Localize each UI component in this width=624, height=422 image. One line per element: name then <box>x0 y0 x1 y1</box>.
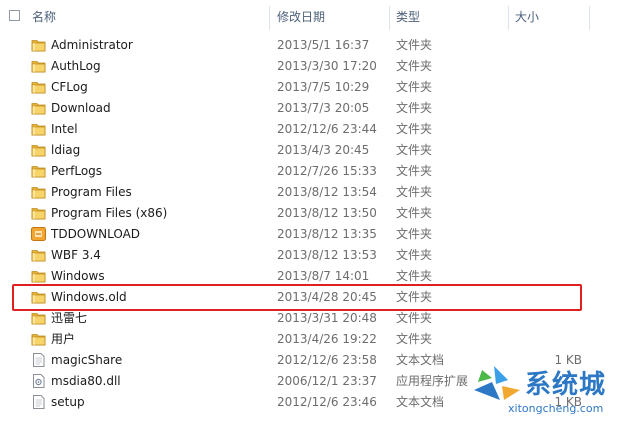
column-header-bar: 名称 修改日期 类型 大小 <box>0 0 624 34</box>
file-modified-date: 2013/7/3 20:05 <box>277 101 370 115</box>
folder-icon <box>31 311 46 325</box>
text-file-icon <box>31 395 46 409</box>
file-modified-date: 2012/12/6 23:58 <box>277 353 377 367</box>
watermark-title: 系统城 <box>525 370 607 400</box>
file-type: 文件夹 <box>396 38 433 52</box>
file-type: 应用程序扩展 <box>396 374 469 388</box>
folder-icon <box>31 80 46 94</box>
file-modified-date: 2013/8/12 13:50 <box>277 206 377 220</box>
file-name: PerfLogs <box>51 164 103 178</box>
file-name: setup <box>51 395 85 409</box>
column-divider[interactable] <box>389 6 390 30</box>
file-name: Administrator <box>51 38 133 52</box>
file-type: 文件夹 <box>396 143 433 157</box>
column-header-size-label: 大小 <box>515 10 540 24</box>
folder-icon <box>31 332 46 346</box>
select-all-checkbox[interactable] <box>9 10 20 21</box>
folder-icon <box>31 185 46 199</box>
column-header-date[interactable]: 修改日期 <box>277 0 325 34</box>
text-file-icon <box>31 353 46 367</box>
file-row[interactable]: Program Files 2013/8/12 13:54 文件夹 <box>0 182 624 203</box>
file-type: 文件夹 <box>396 164 433 178</box>
file-modified-date: 2012/12/6 23:46 <box>277 395 377 409</box>
file-row[interactable]: AuthLog 2013/3/30 17:20 文件夹 <box>0 56 624 77</box>
file-type: 文件夹 <box>396 122 433 136</box>
file-type: 文本文档 <box>396 353 445 367</box>
file-row[interactable]: Administrator 2013/5/1 16:37 文件夹 <box>0 35 624 56</box>
file-modified-date: 2013/3/30 17:20 <box>277 59 377 73</box>
folder-icon <box>31 101 46 115</box>
file-name: WBF 3.4 <box>51 248 101 262</box>
file-row[interactable]: 用户 2013/4/26 19:22 文件夹 <box>0 329 624 350</box>
watermark-logo: 系统城 xitongcheng.com <box>468 360 624 422</box>
file-type: 文件夹 <box>396 332 433 346</box>
file-modified-date: 2012/12/6 23:44 <box>277 122 377 136</box>
column-header-size[interactable]: 大小 <box>515 0 539 34</box>
file-name: 用户 <box>51 332 76 346</box>
file-row[interactable]: Intel 2012/12/6 23:44 文件夹 <box>0 119 624 140</box>
dll-file-icon <box>31 374 46 388</box>
file-name: 迅雷七 <box>51 311 88 325</box>
file-type: 文件夹 <box>396 248 433 262</box>
folder-icon <box>31 164 46 178</box>
file-modified-date: 2013/8/12 13:35 <box>277 227 377 241</box>
column-divider[interactable] <box>269 6 270 30</box>
file-name: CFLog <box>51 80 88 94</box>
folder-icon <box>31 143 46 157</box>
file-name: ldiag <box>51 143 81 157</box>
file-name: Intel <box>51 122 78 136</box>
file-row[interactable]: Download 2013/7/3 20:05 文件夹 <box>0 98 624 119</box>
watermark-url: xitongcheng.com <box>508 402 604 415</box>
file-modified-date: 2013/4/3 20:45 <box>277 143 370 157</box>
highlight-box <box>12 284 582 311</box>
file-name: magicShare <box>51 353 123 367</box>
file-modified-date: 2013/7/5 10:29 <box>277 80 370 94</box>
file-modified-date: 2013/8/12 13:54 <box>277 185 377 199</box>
file-modified-date: 2013/5/1 16:37 <box>277 38 370 52</box>
folder-icon <box>31 248 46 262</box>
file-type: 文本文档 <box>396 395 445 409</box>
file-row[interactable]: TDDOWNLOAD 2013/8/12 13:35 文件夹 <box>0 224 624 245</box>
special-folder-icon <box>31 227 46 241</box>
file-row[interactable]: 迅雷七 2013/3/31 20:48 文件夹 <box>0 308 624 329</box>
file-name: TDDOWNLOAD <box>51 227 141 241</box>
column-divider[interactable] <box>589 6 590 30</box>
column-header-type[interactable]: 类型 <box>396 0 420 34</box>
file-row[interactable]: Program Files (x86) 2013/8/12 13:50 文件夹 <box>0 203 624 224</box>
file-type: 文件夹 <box>396 101 433 115</box>
folder-icon <box>31 122 46 136</box>
file-type: 文件夹 <box>396 80 433 94</box>
file-name: Program Files (x86) <box>51 206 168 220</box>
file-name: msdia80.dll <box>51 374 121 388</box>
file-name: AuthLog <box>51 59 101 73</box>
file-name: Download <box>51 101 111 115</box>
file-type: 文件夹 <box>396 185 433 199</box>
folder-icon <box>31 38 46 52</box>
file-type: 文件夹 <box>396 59 433 73</box>
file-type: 文件夹 <box>396 227 433 241</box>
file-modified-date: 2013/8/12 13:53 <box>277 248 377 262</box>
file-name: Program Files <box>51 185 132 199</box>
folder-icon <box>31 269 46 283</box>
file-type: 文件夹 <box>396 311 433 325</box>
watermark-logo-icon <box>474 366 520 400</box>
file-row[interactable]: CFLog 2013/7/5 10:29 文件夹 <box>0 77 624 98</box>
column-header-name[interactable]: 名称 <box>32 0 56 34</box>
file-modified-date: 2006/12/1 23:37 <box>277 374 377 388</box>
file-row[interactable]: ldiag 2013/4/3 20:45 文件夹 <box>0 140 624 161</box>
folder-icon <box>31 59 46 73</box>
file-modified-date: 2012/7/26 15:33 <box>277 164 377 178</box>
file-row[interactable]: WBF 3.4 2013/8/12 13:53 文件夹 <box>0 245 624 266</box>
column-divider[interactable] <box>508 6 509 30</box>
file-modified-date: 2013/3/31 20:48 <box>277 311 377 325</box>
file-type: 文件夹 <box>396 206 433 220</box>
folder-icon <box>31 206 46 220</box>
file-row[interactable]: PerfLogs 2012/7/26 15:33 文件夹 <box>0 161 624 182</box>
file-modified-date: 2013/4/26 19:22 <box>277 332 377 346</box>
